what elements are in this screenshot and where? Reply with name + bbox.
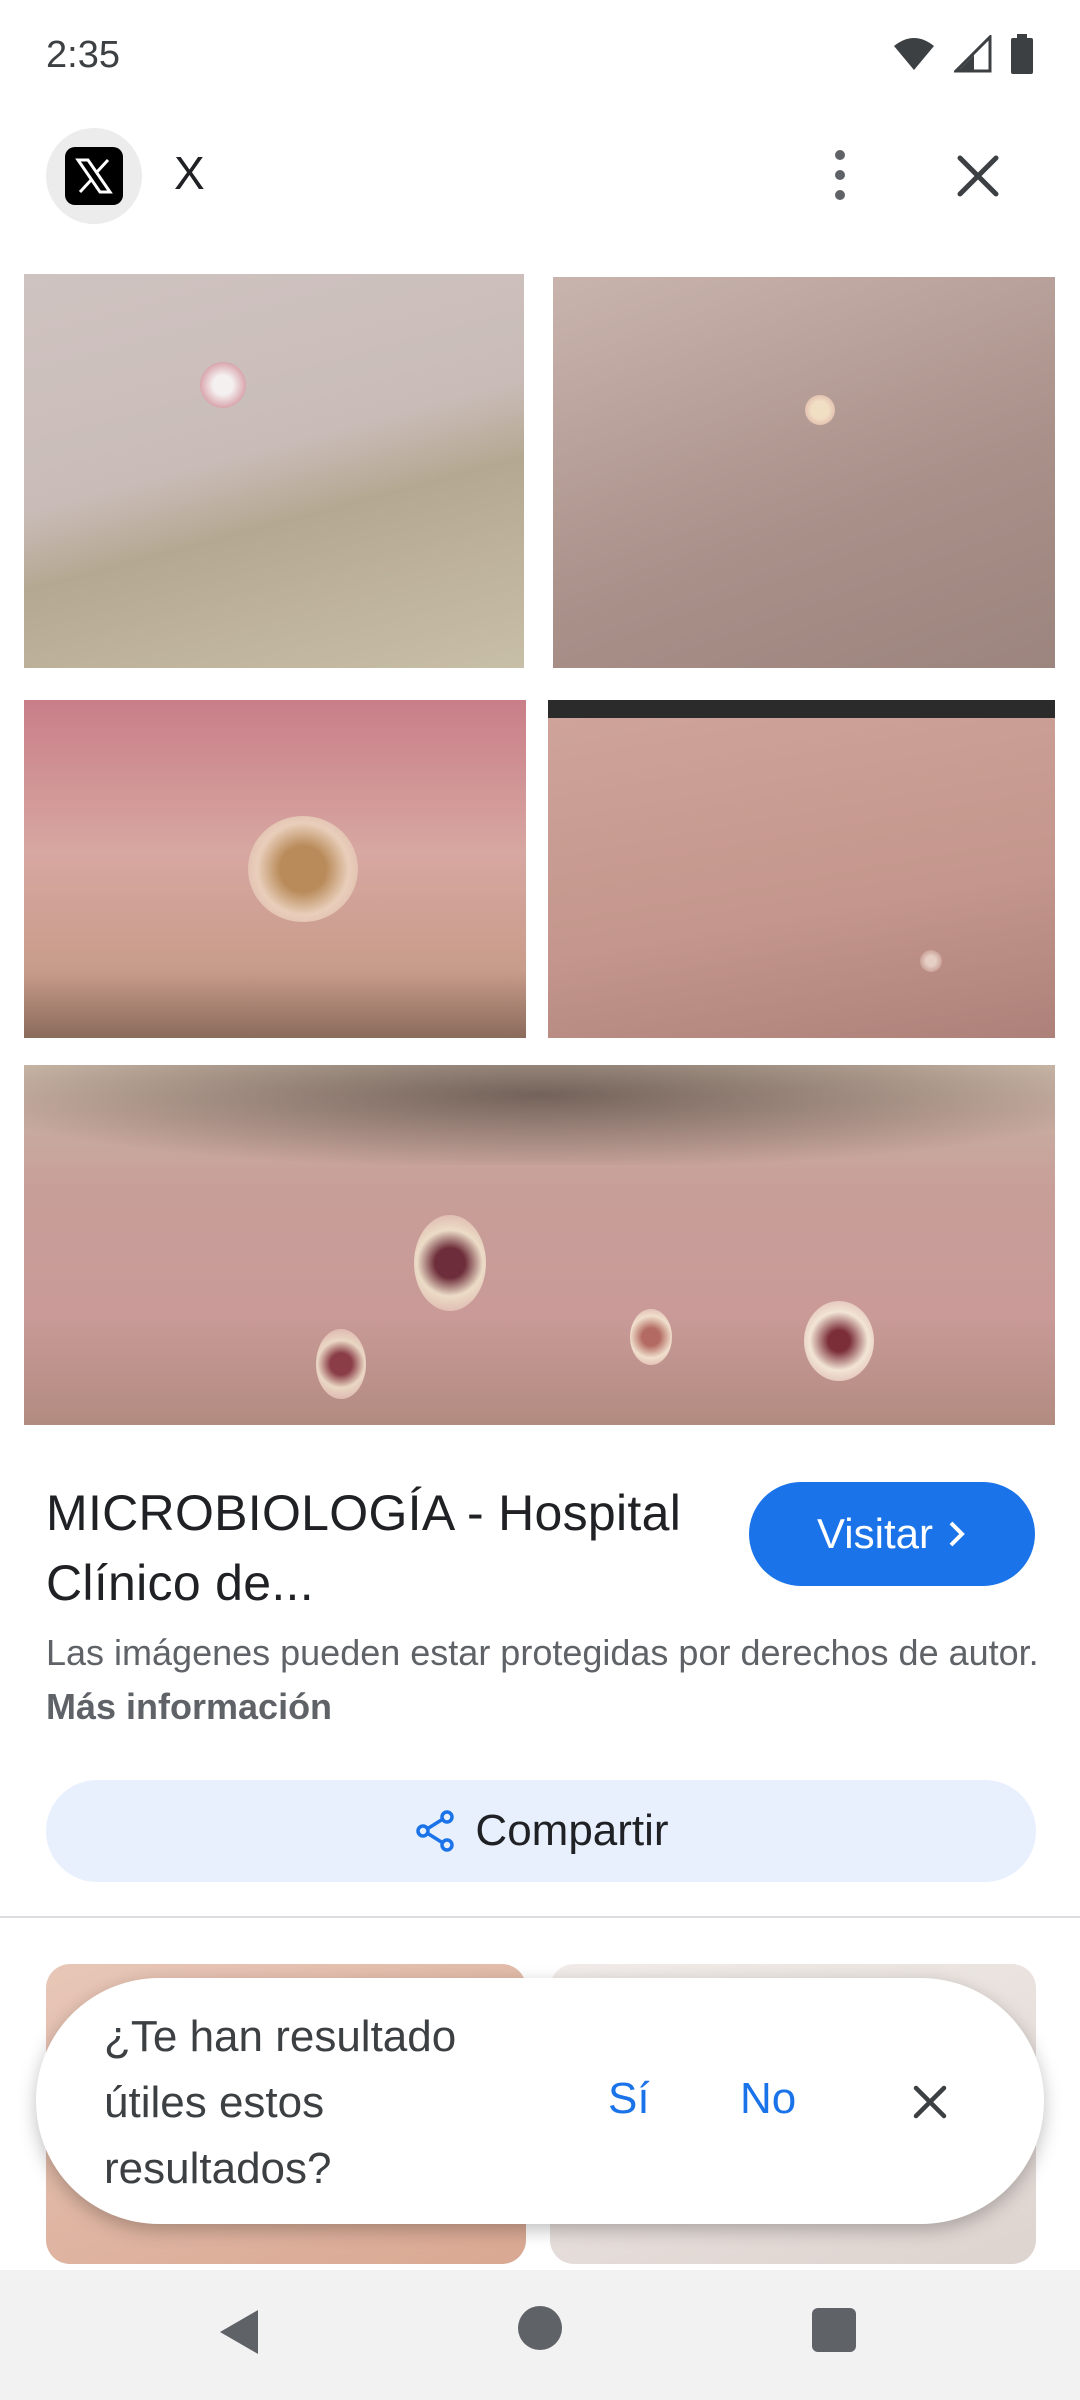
copyright-text: Las imágenes pueden estar protegidas por… — [46, 1632, 1039, 1673]
more-vert-icon[interactable] — [818, 140, 862, 210]
result-title[interactable]: MICROBIOLOGÍA - Hospital Clínico de... — [46, 1478, 726, 1618]
feedback-card: ¿Te han resultado útiles estos resultado… — [36, 1978, 1044, 2224]
signal-icon — [954, 35, 992, 73]
x-logo-icon — [65, 147, 123, 205]
copyright-notice: Las imágenes pueden estar protegidas por… — [46, 1626, 1046, 1734]
share-icon — [416, 1810, 455, 1852]
share-label: Compartir — [475, 1806, 669, 1855]
share-button[interactable]: Compartir — [46, 1780, 1036, 1882]
lesion-photo-5[interactable] — [24, 1065, 1055, 1425]
lesion-photo-1[interactable] — [24, 274, 524, 668]
feedback-question: ¿Te han resultado útiles estos resultado… — [104, 2012, 457, 2193]
lesion-photo-2[interactable] — [553, 277, 1055, 668]
visit-button[interactable]: Visitar — [749, 1482, 1035, 1586]
lesion-photo-3[interactable] — [24, 700, 526, 1038]
source-avatar[interactable] — [46, 128, 142, 224]
wifi-icon — [894, 38, 934, 70]
source-title[interactable]: X — [174, 146, 205, 200]
more-info-link[interactable]: Más información — [46, 1686, 332, 1727]
chevron-right-icon — [949, 1521, 965, 1547]
feedback-yes-button[interactable]: Sí — [608, 2074, 650, 2124]
close-icon[interactable] — [902, 2074, 958, 2130]
home-icon[interactable] — [518, 2306, 562, 2350]
divider — [0, 1916, 1080, 1918]
status-time: 2:35 — [46, 34, 120, 76]
status-icons — [892, 34, 1034, 74]
recents-icon[interactable] — [812, 2308, 856, 2352]
visit-label: Visitar — [817, 1510, 933, 1557]
close-icon[interactable] — [948, 146, 1008, 206]
lesion-photo-4[interactable] — [548, 700, 1055, 1038]
back-icon[interactable] — [218, 2308, 262, 2356]
battery-icon — [1011, 34, 1033, 74]
feedback-no-button[interactable]: No — [740, 2074, 796, 2124]
